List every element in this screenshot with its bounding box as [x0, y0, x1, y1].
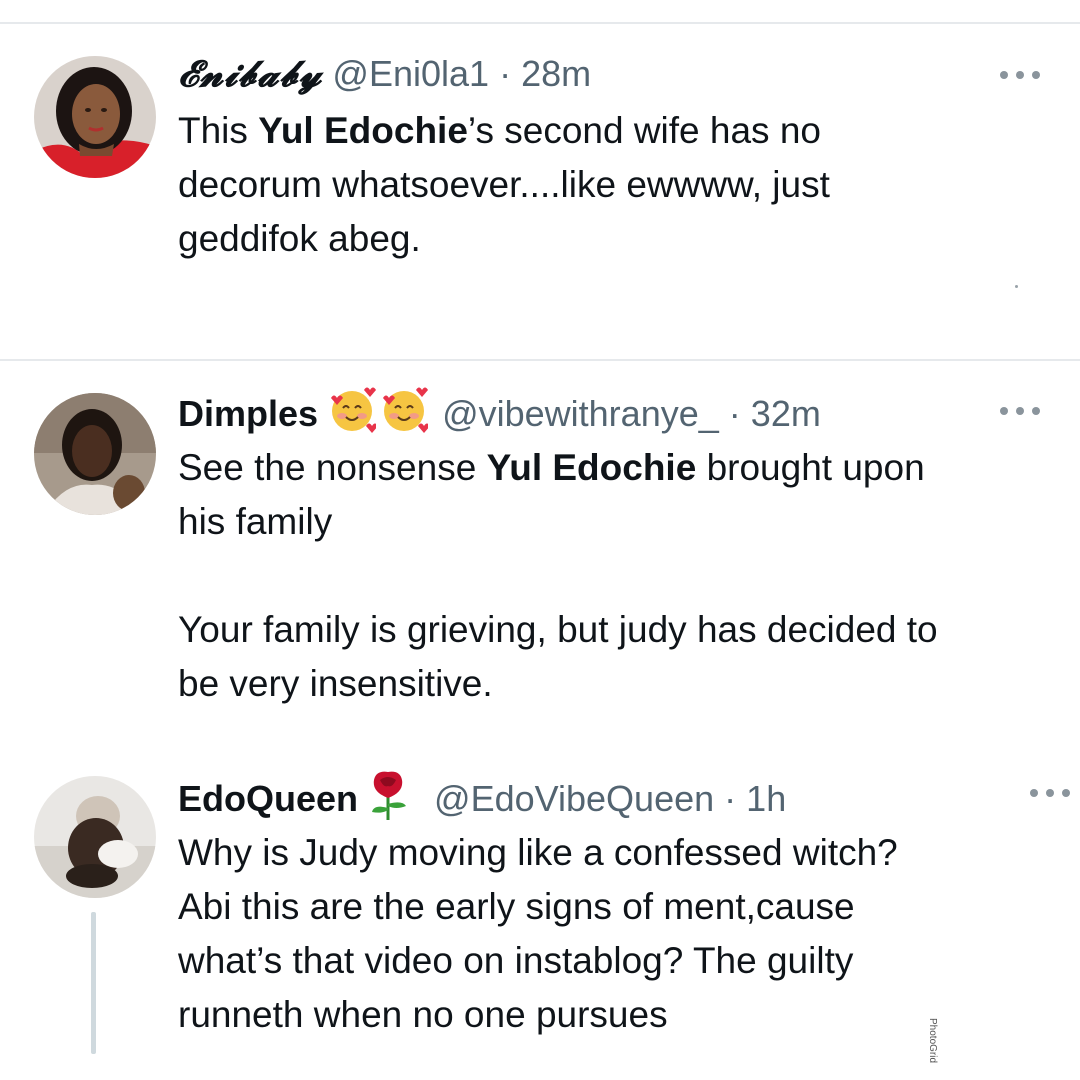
more-dot-icon	[1032, 407, 1040, 415]
separator-dot: ·	[728, 393, 741, 435]
more-options-button[interactable]	[1000, 68, 1040, 82]
more-options-button[interactable]	[1000, 404, 1040, 418]
avatar[interactable]	[34, 776, 156, 898]
artifact-dot	[1015, 285, 1018, 288]
more-dot-icon	[1016, 407, 1024, 415]
separator-dot: ·	[724, 778, 737, 820]
tweet-text: Why is Judy moving like a confessed witc…	[178, 832, 898, 1035]
smiling-face-with-hearts-icon	[328, 386, 379, 447]
photogrid-watermark: PhotoGrid	[927, 1018, 938, 1064]
tweet-text: This Yul Edochie’s second wife has no de…	[178, 104, 1048, 266]
text-segment: See the nonsense	[178, 447, 487, 488]
more-dot-icon	[1000, 71, 1008, 79]
avatar[interactable]	[34, 56, 156, 178]
bold-segment: Yul Edochie	[486, 447, 697, 488]
more-options-button[interactable]	[1030, 786, 1070, 800]
timestamp[interactable]: 28m	[521, 53, 591, 94]
tweet-header: EdoQueen @EdoVibeQueen · 1h	[178, 770, 786, 820]
separator-dot: ·	[499, 53, 512, 94]
display-name[interactable]: EdoQueen	[178, 778, 358, 819]
text-segment: This	[178, 110, 259, 151]
thread-line	[91, 912, 96, 1054]
user-handle[interactable]: @EdoVibeQueen	[434, 778, 714, 819]
tweet-header: 𝓔𝓷𝓲𝓫𝓪𝓫𝔂 @Eni0la1 · 28m	[178, 49, 591, 99]
display-name[interactable]: 𝓔𝓷𝓲𝓫𝓪𝓫𝔂	[178, 53, 322, 95]
more-dot-icon	[1046, 789, 1054, 797]
more-dot-icon	[1032, 71, 1040, 79]
tweet-divider	[0, 359, 1080, 361]
bold-segment: Yul Edochie	[258, 110, 468, 151]
timestamp[interactable]: 32m	[751, 393, 821, 434]
avatar[interactable]	[34, 393, 156, 515]
more-dot-icon	[1000, 407, 1008, 415]
top-divider	[0, 22, 1080, 24]
more-dot-icon	[1062, 789, 1070, 797]
tweet-text: See the nonsense Yul Edochie brought upo…	[178, 441, 1048, 711]
more-dot-icon	[1030, 789, 1038, 797]
user-handle[interactable]: @Eni0la1	[332, 53, 489, 94]
tweet-header: Dimples @vibewithranye_ · 32m	[178, 386, 821, 436]
timestamp[interactable]: 1h	[746, 778, 786, 819]
smiling-face-with-hearts-icon	[380, 386, 431, 447]
more-dot-icon	[1016, 71, 1024, 79]
display-name[interactable]: Dimples	[178, 393, 318, 434]
user-handle[interactable]: @vibewithranye_	[442, 393, 719, 434]
rose-icon	[366, 770, 410, 833]
